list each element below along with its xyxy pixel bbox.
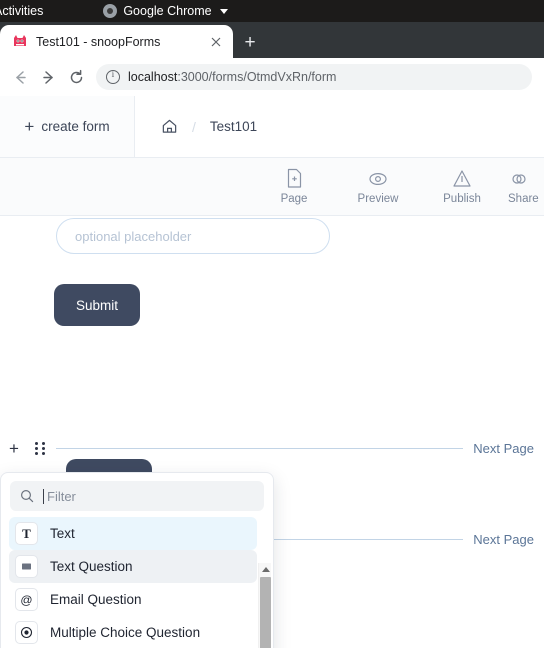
filter-input[interactable]: Filter <box>10 481 264 511</box>
create-form-button[interactable]: + create form <box>0 96 135 157</box>
action-share-label: Share <box>508 193 539 205</box>
address-bar-url: localhost:3000/forms/OtmdVxRn/form <box>128 70 336 84</box>
reload-icon[interactable] <box>62 63 90 91</box>
breadcrumb-title[interactable]: Test101 <box>210 119 257 134</box>
action-publish-label: Publish <box>443 193 481 205</box>
next-page-label[interactable]: Next Page <box>473 532 544 547</box>
list-item-label: Email Question <box>50 592 142 607</box>
action-page[interactable]: Page <box>252 158 336 216</box>
breadcrumb-separator: / <box>192 118 196 135</box>
breadcrumb: / Test101 <box>135 96 544 157</box>
browser-tab-title: Test101 - snoopForms <box>36 34 161 49</box>
list-item[interactable]: T Text <box>9 517 257 550</box>
plus-icon[interactable]: + <box>0 440 28 457</box>
drag-handle-icon[interactable] <box>28 441 52 455</box>
page-divider-row: + Next Page <box>0 436 544 460</box>
text-question-icon <box>15 555 38 578</box>
screen: Activities Google Chrome Test101 - snoop… <box>0 0 544 648</box>
search-icon <box>20 489 34 503</box>
filter-placeholder: Filter <box>47 488 76 504</box>
snoopforms-cat-icon <box>12 34 28 50</box>
list-item-label: Text Question <box>50 559 133 574</box>
url-path: :3000/forms/OtmdVxRn/form <box>177 70 337 84</box>
dropdown-scrollbar[interactable] <box>258 563 271 648</box>
new-tab-button[interactable]: + <box>238 30 262 54</box>
radio-circle-icon <box>15 621 38 644</box>
home-icon[interactable] <box>161 118 178 135</box>
active-app-menu[interactable]: Google Chrome <box>103 4 228 18</box>
text-cursor <box>43 488 44 504</box>
list-item[interactable]: Text Question <box>9 550 257 583</box>
create-form-label: create form <box>41 119 110 134</box>
browser-tabstrip: Test101 - snoopForms + <box>0 22 544 58</box>
submit-button[interactable]: Submit <box>54 284 140 326</box>
app-action-bar: Page Preview Publish Share <box>0 158 544 216</box>
action-publish[interactable]: Publish <box>420 158 504 216</box>
active-app-name: Google Chrome <box>123 4 212 18</box>
divider-line <box>56 447 464 449</box>
close-icon[interactable] <box>207 33 225 51</box>
list-item-label: Multiple Choice Question <box>50 625 201 640</box>
triangle-alert-icon <box>452 168 472 189</box>
arrow-right-icon[interactable] <box>34 63 62 91</box>
next-page-label[interactable]: Next Page <box>473 441 544 456</box>
plus-icon: + <box>24 117 35 136</box>
chrome-logo-icon <box>103 4 118 18</box>
file-plus-icon <box>285 168 304 189</box>
web-app: + create form / Test101 Page Preview Pub… <box>0 96 544 648</box>
list-item-label: Text <box>50 526 75 541</box>
optional-placeholder-input[interactable]: optional placeholder <box>56 218 330 254</box>
activities-button[interactable]: Activities <box>0 4 43 18</box>
action-preview[interactable]: Preview <box>336 158 420 216</box>
element-type-dropdown[interactable]: Filter T Text Text Question @ Email Ques… <box>0 472 274 648</box>
link-icon <box>508 168 530 189</box>
list-item[interactable]: @ Email Question <box>9 583 257 616</box>
action-page-label: Page <box>280 193 308 205</box>
text-T-icon: T <box>15 522 38 545</box>
caret-down-icon[interactable] <box>219 8 228 14</box>
address-bar[interactable]: localhost:3000/forms/OtmdVxRn/form <box>96 64 532 90</box>
arrow-left-icon[interactable] <box>6 63 34 91</box>
element-type-list[interactable]: T Text Text Question @ Email Question Mu… <box>1 517 273 648</box>
action-share[interactable]: Share <box>504 158 544 216</box>
scroll-up-arrow-icon[interactable] <box>259 563 272 576</box>
url-host: localhost <box>128 70 178 84</box>
eye-icon <box>367 168 389 189</box>
at-sign-icon: @ <box>15 588 38 611</box>
scrollbar-thumb[interactable] <box>260 577 271 648</box>
optional-placeholder-text: optional placeholder <box>75 228 192 244</box>
action-preview-label: Preview <box>357 193 399 205</box>
list-item[interactable]: Multiple Choice Question <box>9 616 257 648</box>
info-circle-icon[interactable] <box>106 70 120 84</box>
os-top-bar: Activities Google Chrome <box>0 0 544 22</box>
browser-toolbar: localhost:3000/forms/OtmdVxRn/form <box>0 58 544 96</box>
browser-tab[interactable]: Test101 - snoopForms <box>0 25 233 58</box>
filter-row: Filter <box>1 473 273 517</box>
app-top-nav: + create form / Test101 <box>0 96 544 158</box>
